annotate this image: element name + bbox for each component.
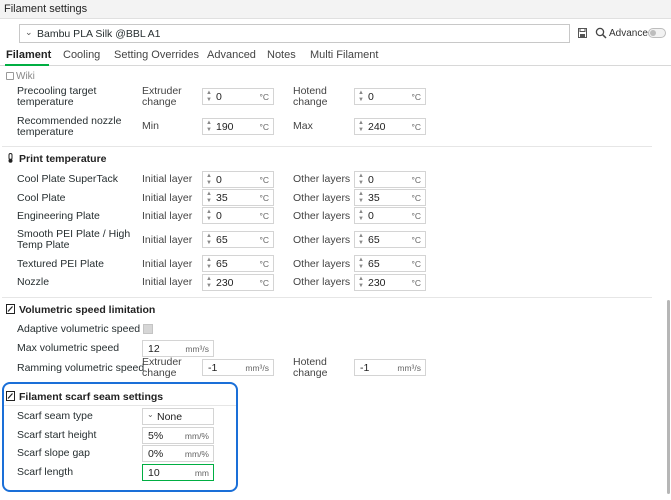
precool-hotend-label: Hotend change bbox=[293, 85, 328, 108]
tab-setting-overrides[interactable]: Setting Overrides bbox=[114, 49, 199, 61]
section-icon bbox=[6, 304, 15, 314]
pt-initial-input[interactable]: ▲ ▼ 65 °C bbox=[202, 255, 274, 272]
pt-initial-input[interactable]: ▲ ▼ 35 °C bbox=[202, 189, 274, 206]
advanced-toggle[interactable] bbox=[648, 28, 666, 38]
pt-other-input[interactable]: ▲ ▼ 65 °C bbox=[354, 231, 426, 248]
scrollbar-thumb[interactable] bbox=[667, 300, 670, 494]
nozzle-max-input[interactable]: ▲ ▼ 240 °C bbox=[354, 118, 426, 135]
wiki-icon bbox=[6, 72, 14, 80]
spin-arrows-icon[interactable]: ▲ ▼ bbox=[358, 233, 364, 246]
preset-combo[interactable]: ⌄ Bambu PLA Silk @BBL A1 bbox=[19, 24, 570, 43]
divider bbox=[2, 297, 652, 298]
spin-arrows-icon[interactable]: ▲ ▼ bbox=[358, 191, 364, 204]
preset-name: Bambu PLA Silk @BBL A1 bbox=[37, 28, 161, 40]
divider bbox=[2, 146, 652, 147]
pt-other-input[interactable]: ▲ ▼ 35 °C bbox=[354, 189, 426, 206]
search-icon[interactable] bbox=[595, 27, 607, 39]
pt-initial-label: Initial layer bbox=[142, 173, 193, 185]
adaptive-volumetric-checkbox[interactable] bbox=[143, 324, 153, 334]
pt-initial-label: Initial layer bbox=[142, 276, 193, 288]
preset-row: ⌄ Bambu PLA Silk @BBL A1 bbox=[0, 20, 671, 46]
pt-initial-input[interactable]: ▲ ▼ 65 °C bbox=[202, 231, 274, 248]
pt-row-label: Cool Plate bbox=[17, 192, 66, 204]
pt-initial-input[interactable]: ▲ ▼ 230 °C bbox=[202, 274, 274, 291]
pt-other-input[interactable]: ▲ ▼ 0 °C bbox=[354, 171, 426, 188]
pt-row-label: Nozzle bbox=[17, 276, 50, 288]
spin-arrows-icon[interactable]: ▲ ▼ bbox=[206, 173, 212, 186]
pt-initial-label: Initial layer bbox=[142, 210, 193, 222]
tab-bar: Filament Cooling Setting Overrides Advan… bbox=[0, 46, 671, 66]
precool-extruder-input[interactable]: ▲ ▼ 0 °C bbox=[202, 88, 274, 105]
ramming-volumetric-label: Ramming volumetric speed bbox=[17, 362, 145, 374]
pt-row-label: Smooth PEI Plate / High Temp Plate bbox=[17, 228, 131, 251]
adaptive-volumetric-label: Adaptive volumetric speed bbox=[17, 323, 141, 335]
pt-other-label: Other layers bbox=[293, 173, 351, 185]
pt-other-input[interactable]: ▲ ▼ 230 °C bbox=[354, 274, 426, 291]
max-volumetric-input[interactable]: 12 mm³/s bbox=[142, 340, 214, 357]
spin-arrows-icon[interactable]: ▲ ▼ bbox=[358, 173, 364, 186]
pt-row-label: Textured PEI Plate bbox=[17, 258, 104, 270]
wiki-link[interactable]: Wiki bbox=[16, 71, 35, 82]
spin-arrows-icon[interactable]: ▲ ▼ bbox=[206, 209, 212, 222]
tab-advanced[interactable]: Advanced bbox=[207, 49, 256, 61]
toggle-knob bbox=[650, 30, 656, 36]
tab-multi-filament[interactable]: Multi Filament bbox=[310, 49, 378, 61]
precool-hotend-input[interactable]: ▲ ▼ 0 °C bbox=[354, 88, 426, 105]
chevron-down-icon: ⌄ bbox=[25, 27, 33, 37]
spin-arrows-icon[interactable]: ▲ ▼ bbox=[206, 276, 212, 289]
max-volumetric-label: Max volumetric speed bbox=[17, 342, 120, 354]
ramming-hotend-input[interactable]: -1 mm³/s bbox=[354, 359, 426, 376]
ramming-extruder-label: Extruder change bbox=[142, 356, 182, 379]
tab-cooling[interactable]: Cooling bbox=[63, 49, 100, 61]
tab-notes[interactable]: Notes bbox=[267, 49, 296, 61]
nozzle-max-label: Max bbox=[293, 120, 313, 132]
pt-initial-label: Initial layer bbox=[142, 234, 193, 246]
spin-arrows-icon[interactable]: ▲ ▼ bbox=[206, 120, 212, 133]
highlight-box bbox=[2, 382, 238, 492]
pt-other-input[interactable]: ▲ ▼ 0 °C bbox=[354, 207, 426, 224]
nozzle-min-label: Min bbox=[142, 120, 159, 132]
spin-arrows-icon[interactable]: ▲ ▼ bbox=[358, 209, 364, 222]
volumetric-heading: Volumetric speed limitation bbox=[6, 304, 155, 316]
save-icon[interactable] bbox=[578, 28, 587, 38]
active-tab-indicator bbox=[5, 64, 49, 66]
pt-initial-label: Initial layer bbox=[142, 192, 193, 204]
advanced-label: Advanced bbox=[609, 28, 654, 39]
spin-arrows-icon[interactable]: ▲ ▼ bbox=[358, 90, 364, 103]
spin-arrows-icon[interactable]: ▲ ▼ bbox=[358, 257, 364, 270]
spin-arrows-icon[interactable]: ▲ ▼ bbox=[358, 276, 364, 289]
pt-initial-input[interactable]: ▲ ▼ 0 °C bbox=[202, 207, 274, 224]
nozzle-rec-label: Recommended nozzle temperature bbox=[17, 115, 122, 138]
spin-arrows-icon[interactable]: ▲ ▼ bbox=[206, 90, 212, 103]
spin-arrows-icon[interactable]: ▲ ▼ bbox=[206, 233, 212, 246]
spin-arrows-icon[interactable]: ▲ ▼ bbox=[358, 120, 364, 133]
ramming-hotend-label: Hotend change bbox=[293, 356, 328, 379]
pt-row-label: Cool Plate SuperTack bbox=[17, 173, 118, 185]
pt-other-label: Other layers bbox=[293, 234, 351, 246]
spin-arrows-icon[interactable]: ▲ ▼ bbox=[206, 191, 212, 204]
nozzle-min-input[interactable]: ▲ ▼ 190 °C bbox=[202, 118, 274, 135]
tab-filament[interactable]: Filament bbox=[6, 49, 51, 61]
pt-other-label: Other layers bbox=[293, 258, 351, 270]
pt-other-input[interactable]: ▲ ▼ 65 °C bbox=[354, 255, 426, 272]
pt-other-label: Other layers bbox=[293, 276, 351, 288]
precool-extruder-label: Extruder change bbox=[142, 85, 182, 108]
ramming-extruder-input[interactable]: -1 mm³/s bbox=[202, 359, 274, 376]
precool-label: Precooling target temperature bbox=[17, 85, 97, 108]
pt-initial-input[interactable]: ▲ ▼ 0 °C bbox=[202, 171, 274, 188]
window-titlebar: Filament settings bbox=[0, 0, 671, 19]
spin-arrows-icon[interactable]: ▲ ▼ bbox=[206, 257, 212, 270]
pt-other-label: Other layers bbox=[293, 210, 351, 222]
thermometer-icon bbox=[8, 153, 13, 163]
window-title: Filament settings bbox=[4, 3, 88, 15]
print-temperature-heading: Print temperature bbox=[6, 153, 107, 165]
pt-other-label: Other layers bbox=[293, 192, 351, 204]
pt-row-label: Engineering Plate bbox=[17, 210, 100, 222]
pt-initial-label: Initial layer bbox=[142, 258, 193, 270]
